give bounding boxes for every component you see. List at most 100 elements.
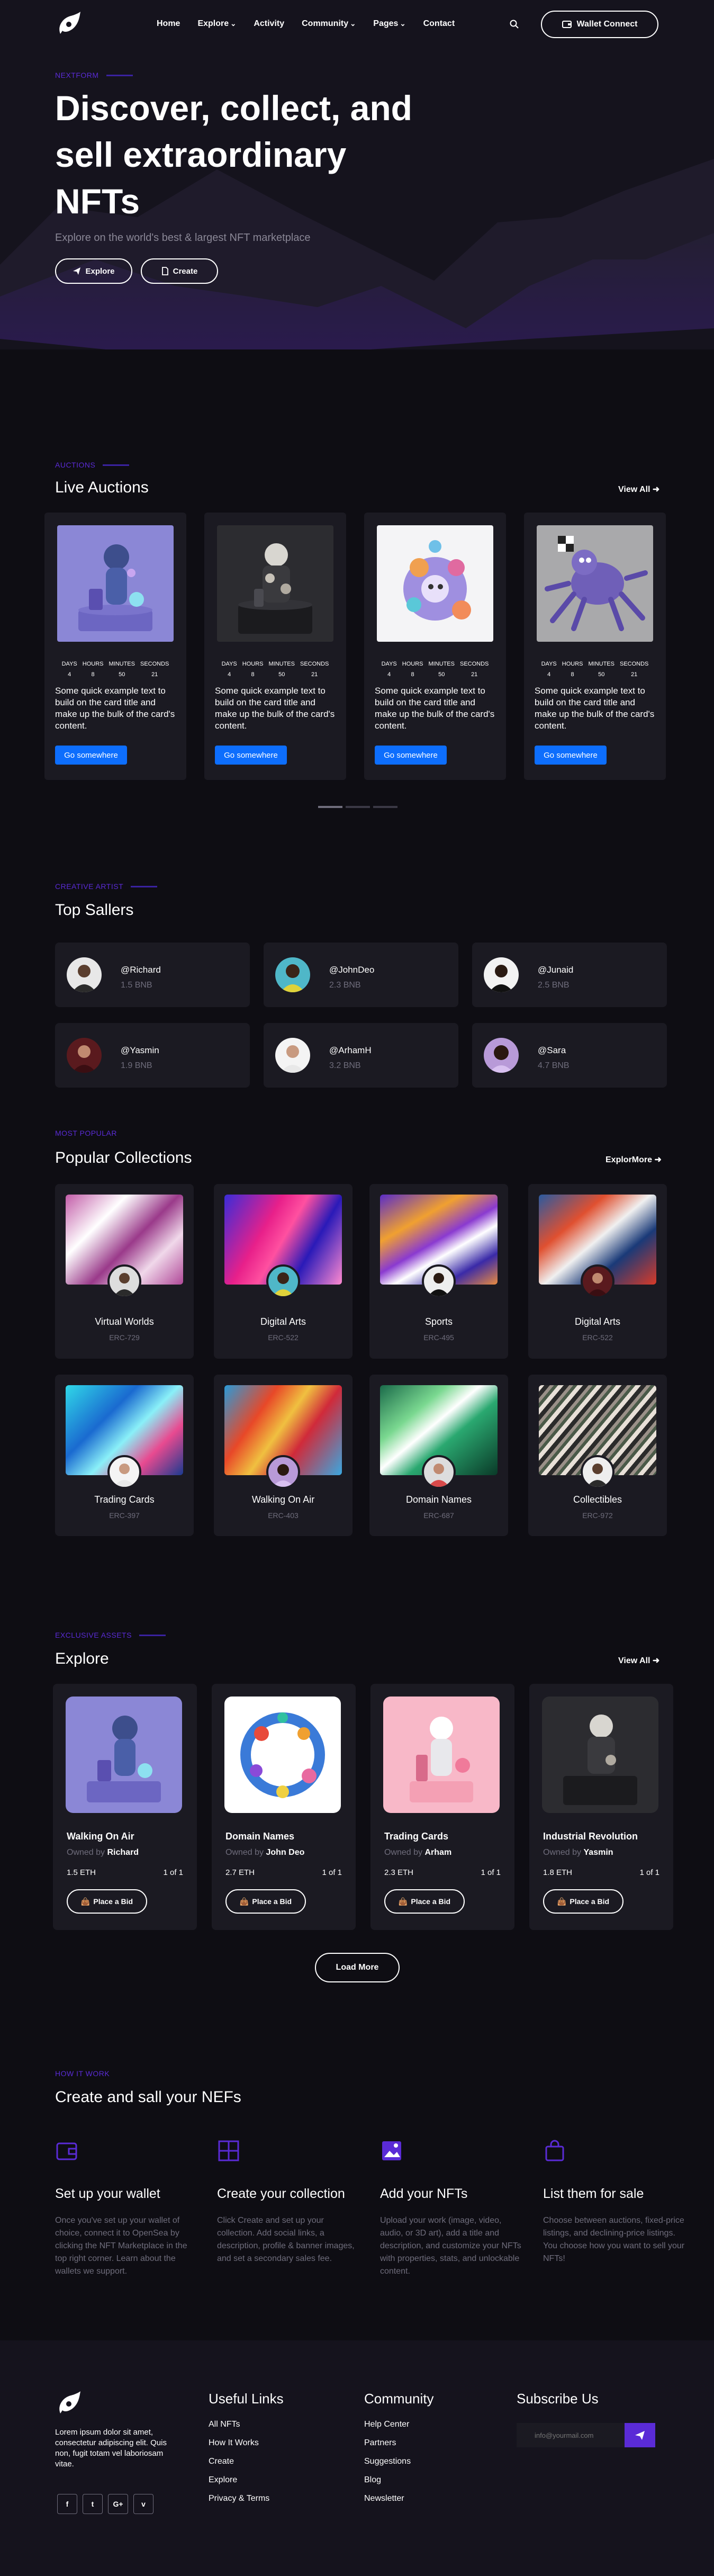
explore-more-label: ExplorMore (605, 1155, 653, 1164)
page: Home Explore ⌄ Activity Community ⌄ Pages ⌄… (0, 0, 714, 2576)
step-text: Once you've set up your wallet of choice… (55, 2216, 187, 2276)
collections-explore-more-link[interactable]: ExplorMore ➜ (605, 1154, 662, 1165)
how-title: Create and sall your NEFs (55, 2088, 241, 2106)
explore-card: Trading Cards Owned by Arham 2.3 ETH 1 o… (370, 1684, 514, 1930)
carousel-dot[interactable] (318, 806, 342, 808)
explore-image[interactable] (383, 1697, 500, 1813)
explore-image[interactable] (542, 1697, 658, 1813)
collection-card[interactable]: Domain Names ERC-687 (369, 1375, 508, 1536)
nav-explore[interactable]: Explore ⌄ (197, 19, 236, 29)
nav-pages[interactable]: Pages ⌄ (373, 19, 405, 29)
collection-card[interactable]: Digital Arts ERC-522 (528, 1184, 667, 1359)
auction-image[interactable] (537, 525, 653, 642)
go-somewhere-button[interactable]: Go somewhere (215, 746, 287, 765)
search-icon[interactable] (509, 19, 520, 30)
nav-home[interactable]: Home (157, 19, 180, 29)
hero-create-label: Create (173, 266, 198, 276)
vimeo-icon[interactable]: v (133, 2494, 153, 2514)
chevron-down-icon: ⌄ (400, 20, 406, 28)
collection-card[interactable]: Virtual Worlds ERC-729 (55, 1184, 194, 1359)
community-links-list: Help Center Partners Suggestions Blog Ne… (364, 2420, 411, 2503)
auction-image[interactable] (217, 525, 333, 642)
footer-link[interactable]: Help Center (364, 2420, 411, 2429)
collection-card[interactable]: Collectibles ERC-972 (528, 1375, 667, 1536)
seller-name: @Junaid (538, 965, 574, 975)
explore-view-all-link[interactable]: View All ➜ (618, 1655, 659, 1666)
place-bid-button[interactable]: 👜 Place a Bid (543, 1889, 623, 1914)
bag-icon: 👜 (557, 1897, 567, 1906)
seller-card[interactable]: @Junaid 2.5 BNB (472, 943, 667, 1007)
footer-link[interactable]: Blog (364, 2475, 411, 2485)
footer-link[interactable]: How It Works (209, 2438, 269, 2448)
place-bid-label: Place a Bid (570, 1897, 610, 1906)
facebook-icon[interactable]: f (57, 2494, 77, 2514)
eyebrow-line (139, 1634, 166, 1636)
avatar (422, 1264, 456, 1298)
load-more-button[interactable]: Load More (315, 1953, 400, 1982)
wallet-connect-button[interactable]: Wallet Connect (541, 11, 658, 38)
go-somewhere-button[interactable]: Go somewhere (55, 746, 127, 765)
auctions-view-all-link[interactable]: View All ➜ (618, 484, 659, 495)
useful-links-title: Useful Links (209, 2391, 284, 2407)
seller-card[interactable]: @Sara 4.7 BNB (472, 1023, 667, 1088)
carousel-dot[interactable] (346, 806, 370, 808)
nav-community[interactable]: Community ⌄ (302, 19, 356, 29)
place-bid-button[interactable]: 👜 Place a Bid (225, 1889, 306, 1914)
explore-image[interactable] (66, 1697, 182, 1813)
place-bid-button[interactable]: 👜 Place a Bid (384, 1889, 465, 1914)
seller-card[interactable]: @JohnDeo 2.3 BNB (264, 943, 458, 1007)
explore-card-title: Walking On Air (67, 1831, 134, 1842)
bag-icon: 👜 (398, 1897, 408, 1906)
auctions-title: Live Auctions (55, 479, 149, 496)
footer-link[interactable]: Partners (364, 2438, 411, 2448)
view-all-label: View All (618, 485, 650, 494)
collection-sub: ERC-687 (423, 1511, 454, 1520)
collection-card[interactable]: Trading Cards ERC-397 (55, 1375, 194, 1536)
seller-card[interactable]: @ArhamH 3.2 BNB (264, 1023, 458, 1088)
collection-card[interactable]: Walking On Air ERC-403 (214, 1375, 353, 1536)
seller-card[interactable]: @Yasmin 1.9 BNB (55, 1023, 250, 1088)
footer-link[interactable]: Explore (209, 2475, 269, 2485)
explore-price: 2.7 ETH (225, 1868, 255, 1877)
sellers-eyebrow: CREATIVE ARTIST (55, 882, 158, 891)
footer-link[interactable]: Create (209, 2457, 269, 2466)
twitter-icon[interactable]: t (83, 2494, 103, 2514)
place-bid-button[interactable]: 👜 Place a Bid (67, 1889, 147, 1914)
collections-eyebrow: MOST POPULAR (55, 1129, 117, 1137)
auction-card: DAYS 4 HOURS 8 MINUTES 50 SECONDS 21 Some qu… (524, 513, 666, 780)
footer-link[interactable]: Newsletter (364, 2494, 411, 2503)
footer-logo[interactable] (55, 2390, 82, 2417)
auction-text: Some quick example text to build on the … (215, 686, 335, 731)
brand-logo[interactable] (55, 11, 82, 37)
nav-contact[interactable]: Contact (423, 19, 455, 29)
collection-sub: ERC-729 (109, 1333, 140, 1342)
subscribe-send-button[interactable] (625, 2423, 655, 2447)
footer-link[interactable]: Suggestions (364, 2457, 411, 2466)
navbar: Home Explore ⌄ Activity Community ⌄ Pages ⌄… (0, 0, 714, 49)
footer-link[interactable]: All NFTs (209, 2420, 269, 2429)
seller-card[interactable]: @Richard 1.5 BNB (55, 943, 250, 1007)
carousel-dot[interactable] (373, 806, 397, 808)
seller-value: 3.2 BNB (329, 1061, 361, 1070)
auction-image[interactable] (377, 525, 493, 642)
footer-link[interactable]: Privacy & Terms (209, 2494, 269, 2503)
collection-title: Virtual Worlds (95, 1316, 154, 1327)
arrow-right-icon: ➜ (652, 485, 660, 494)
hero-create-button[interactable]: Create (141, 258, 218, 284)
hero-explore-button[interactable]: Explore (55, 258, 132, 284)
collections-title: Popular Collections (55, 1149, 192, 1166)
explore-image[interactable] (224, 1697, 341, 1813)
go-somewhere-button[interactable]: Go somewhere (535, 746, 607, 765)
footer-about: Lorem ipsum dolor sit amet, consectetur … (55, 2428, 167, 2469)
eyebrow-line (106, 74, 133, 76)
auction-card: DAYS 4 HOURS 8 MINUTES 50 SECONDS 21 Some qu… (364, 513, 506, 780)
collection-card[interactable]: Digital Arts ERC-522 (214, 1184, 353, 1359)
auction-image[interactable] (57, 525, 174, 642)
step-create-collection: Create your collection Click Create and … (217, 2139, 360, 2265)
go-somewhere-button[interactable]: Go somewhere (375, 746, 447, 765)
collection-title: Walking On Air (251, 1494, 315, 1505)
email-subscribe-input[interactable] (517, 2423, 625, 2447)
google-plus-icon[interactable]: G+ (108, 2494, 128, 2514)
collection-card[interactable]: Sports ERC-495 (369, 1184, 508, 1359)
nav-activity[interactable]: Activity (254, 19, 284, 29)
